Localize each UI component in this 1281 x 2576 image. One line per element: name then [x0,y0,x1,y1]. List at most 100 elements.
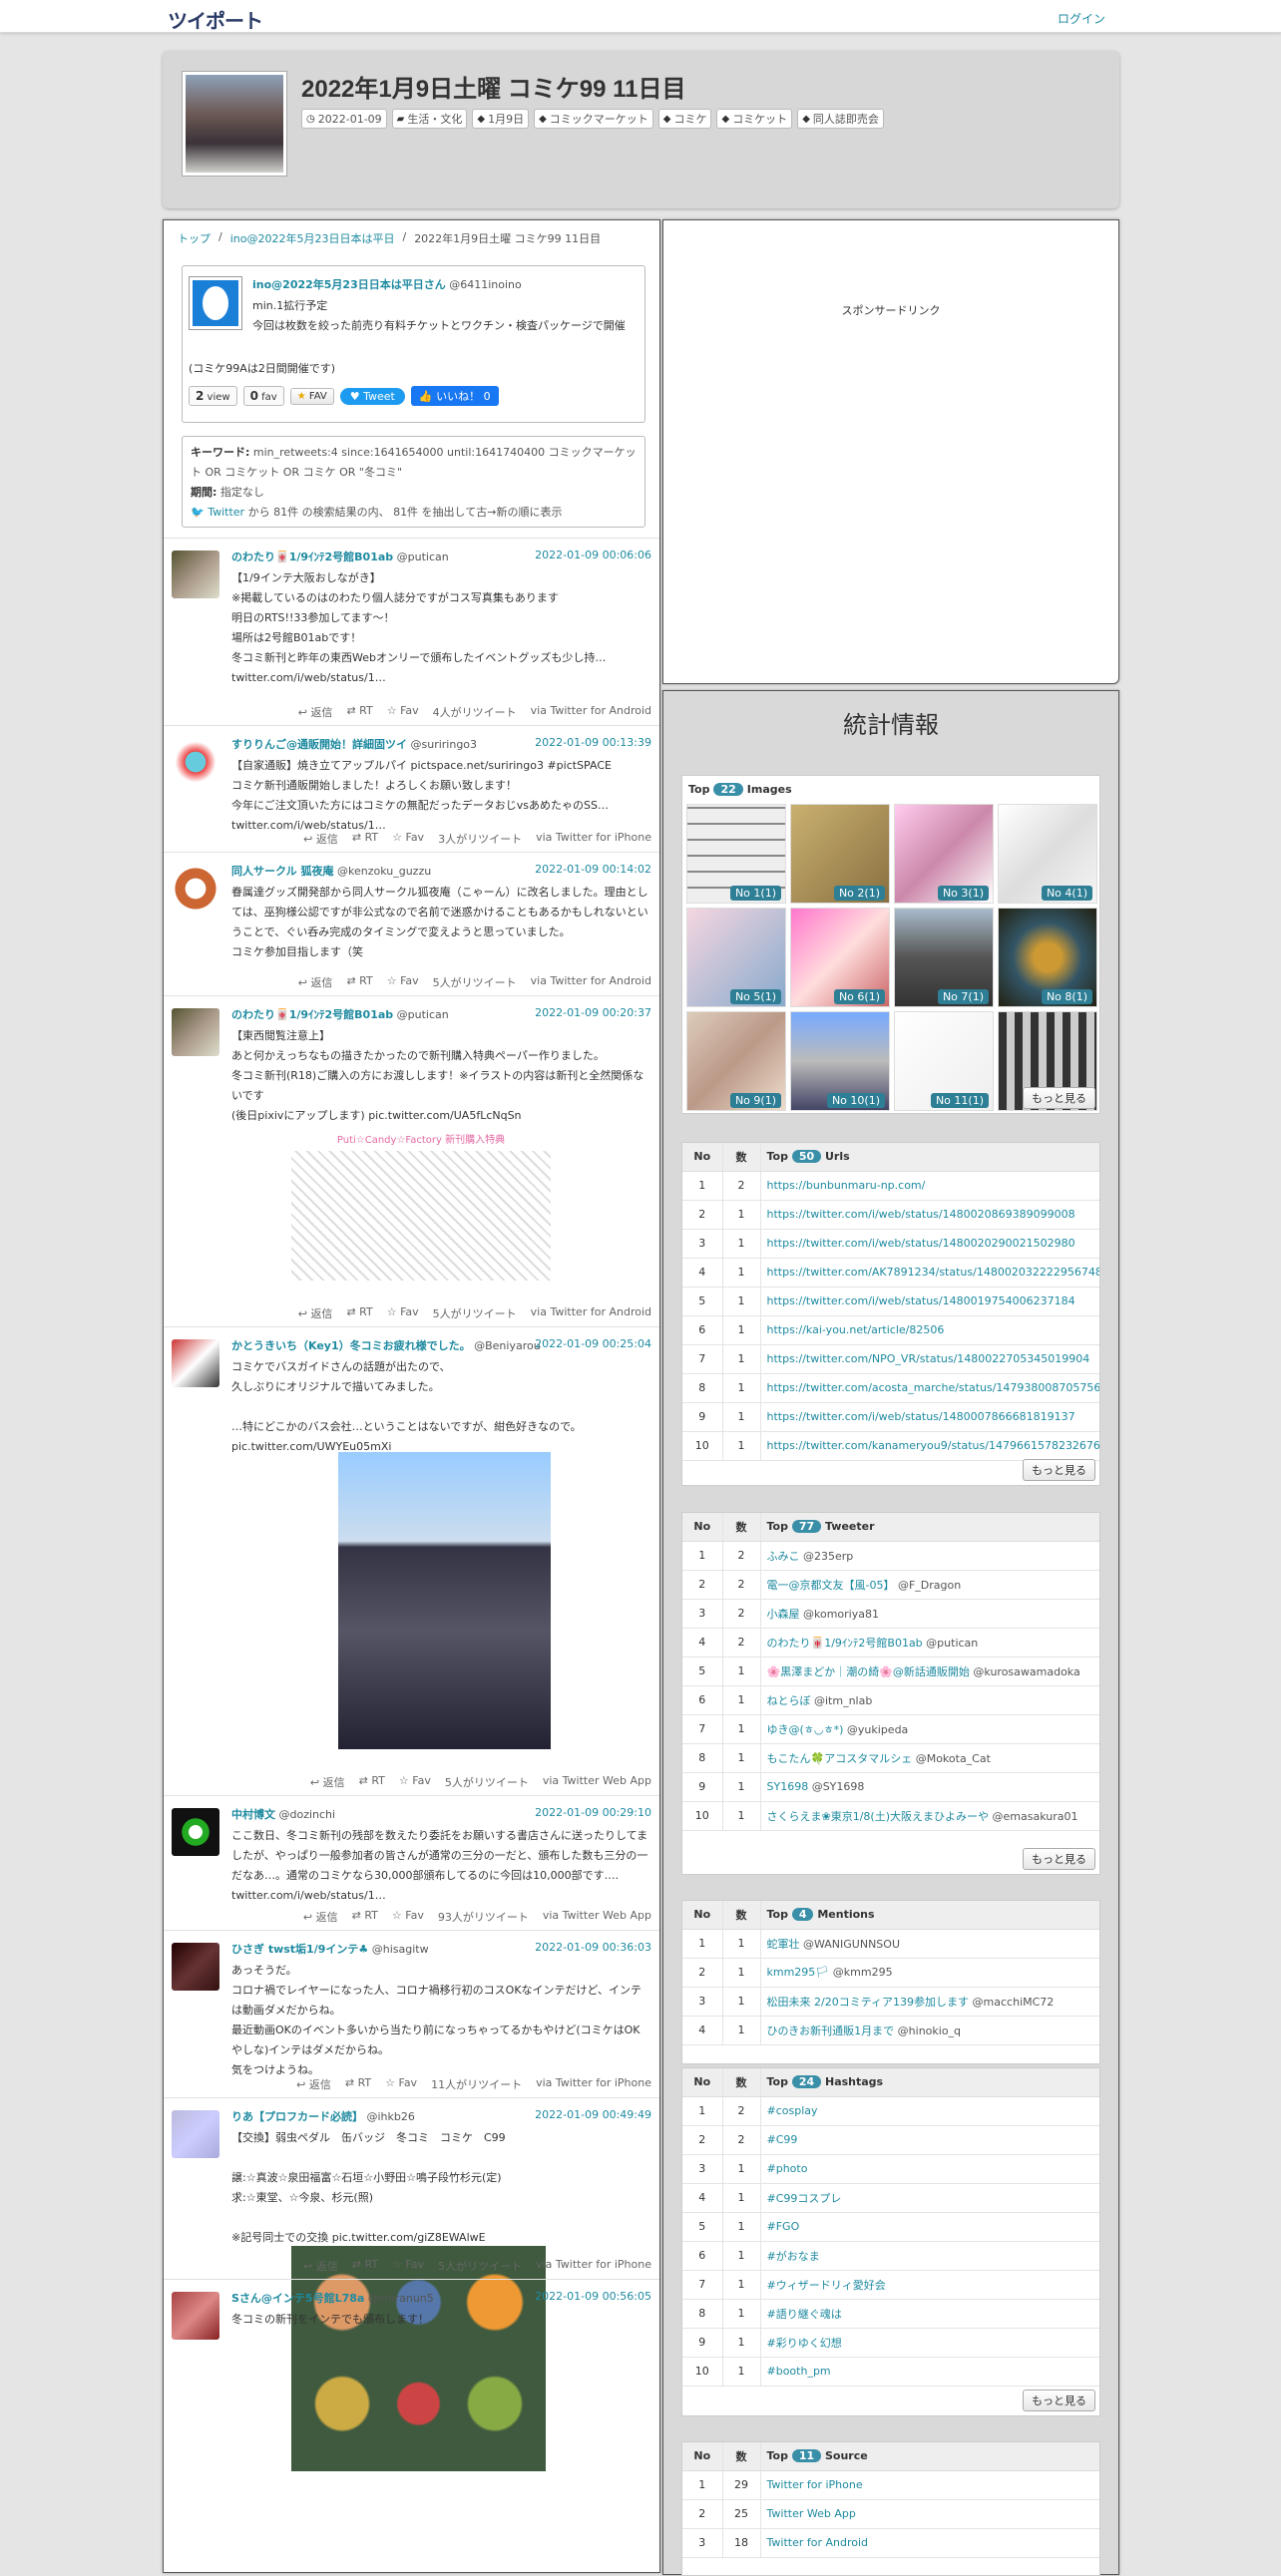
tweet-time[interactable]: 2022-01-09 00:36:03 [535,1941,651,1954]
urls-link[interactable]: https://twitter.com/i/web/status/1480007… [767,1410,1075,1423]
fav-tweet-button[interactable]: ☆ Fav [387,1305,419,1321]
login-link[interactable]: ログイン [1058,10,1105,27]
reply-button[interactable]: ↩ 返信 [303,831,338,847]
tweet-author[interactable]: Sさん@インテ5号館L78a @shiranun5 [231,2290,434,2306]
retweet-button[interactable]: ⇄ RT [346,974,372,990]
hashtags-link[interactable]: #photo [767,2162,808,2175]
hashtags-link[interactable]: #ウィザードリィ愛好会 [767,2279,886,2292]
fav-tweet-button[interactable]: ☆ Fav [387,974,419,990]
tweet-author[interactable]: すりりんご@通販開始！詳細固ツイ @suriringo3 [231,736,477,752]
tweet-time[interactable]: 2022-01-09 00:29:10 [535,1806,651,1819]
image-thumb[interactable]: No 2(1) [790,804,890,904]
sources-link[interactable]: Twitter for iPhone [767,2478,863,2491]
fav-tweet-button[interactable]: ☆ Fav [392,831,424,847]
mentions-link[interactable]: ひのきお新刊通販1月まで [767,2024,895,2037]
tweeters-link[interactable]: さくらえま❀東京1/8(土)大阪えまひよみーや [767,1810,990,1823]
hashtags-link[interactable]: #語り継ぐ魂は [767,2308,842,2321]
reply-button[interactable]: ↩ 返信 [303,2258,338,2274]
hashtags-link[interactable]: #C99 [767,2133,798,2146]
image-thumb[interactable]: No 6(1) [790,908,890,1007]
retweet-button[interactable]: ⇄ RT [352,2258,378,2274]
retweet-button[interactable]: ⇄ RT [352,1909,378,1925]
retweet-button[interactable]: ⇄ RT [352,831,378,847]
retweet-button[interactable]: ⇄ RT [346,1305,372,1321]
tweet-avatar[interactable] [172,1008,219,1056]
tag-item[interactable]: ◆ 同人誌即売会 [797,109,884,129]
tweet-image[interactable] [338,1452,551,1749]
more-button[interactable]: もっと見る [1023,2390,1095,2411]
breadcrumb-top[interactable]: トップ [178,230,211,246]
tweeters-link[interactable]: 🌸黒澤まどか｜潮の綺🌸@新話通販開始 [767,1665,970,1678]
tweet-avatar[interactable] [172,2110,219,2158]
urls-link[interactable]: https://bunbunmaru-np.com/ [767,1179,926,1192]
reply-button[interactable]: ↩ 返信 [298,704,333,720]
image-thumb[interactable]: No 8(1) [998,908,1097,1007]
tweet-author[interactable]: のわたり🀄1/9ｲﾝﾃ2号館B01ab @putican [231,1006,449,1022]
fav-button[interactable]: ★ FAV [289,387,334,405]
more-button[interactable]: もっと見る [1023,1459,1095,1481]
tweeters-link[interactable]: のわたり🀄1/9ｲﾝﾃ2号館B01ab [767,1637,923,1650]
urls-link[interactable]: https://twitter.com/i/web/status/1480020… [767,1237,1075,1250]
tweet-avatar[interactable] [172,1943,219,1991]
tweeters-link[interactable]: もこたん🍀アコスタマルシェ [767,1752,913,1765]
tweet-author[interactable]: ひさぎ twst垢1/9インテ♣ @hisagitw [231,1941,429,1957]
reply-button[interactable]: ↩ 返信 [296,2076,331,2092]
tweet-time[interactable]: 2022-01-09 00:49:49 [535,2108,651,2121]
source-link[interactable]: Twitter [208,506,244,519]
more-button[interactable]: もっと見る [1023,1848,1095,1870]
tweet-avatar[interactable] [172,551,219,598]
fav-tweet-button[interactable]: ☆ Fav [385,2076,417,2092]
mentions-link[interactable]: kmm295🏳 [767,1966,830,1979]
tweet-author[interactable]: のわたり🀄1/9ｲﾝﾃ2号館B01ab @putican [231,549,449,564]
image-thumb[interactable]: No 3(1) [894,804,994,904]
image-thumb[interactable]: No 11(1) [894,1011,994,1111]
tweeters-link[interactable]: ふみこ [767,1550,800,1563]
tweet-avatar[interactable] [172,1339,219,1387]
image-thumb[interactable]: No 10(1) [790,1011,890,1111]
image-thumb[interactable]: No 1(1) [686,804,786,904]
tweet-time[interactable]: 2022-01-09 00:06:06 [535,549,651,561]
tweet-time[interactable]: 2022-01-09 00:20:37 [535,1006,651,1019]
fav-tweet-button[interactable]: ☆ Fav [392,1909,424,1925]
tag-item[interactable]: ◆ 1月9日 [472,109,530,129]
tweet-author[interactable]: りあ【プロフカード必読】 @ihkb26 [231,2108,415,2124]
reply-button[interactable]: ↩ 返信 [310,1774,345,1790]
urls-link[interactable]: https://twitter.com/i/web/status/1480020… [767,1208,1075,1221]
tweet-avatar[interactable] [172,865,219,913]
reply-button[interactable]: ↩ 返信 [298,974,333,990]
tag-item[interactable]: ◆ コミックマーケット [534,109,653,129]
category-tag[interactable]: ▰ 生活・文化 [391,109,468,129]
site-logo[interactable]: ツイポート [168,5,263,34]
tweet-avatar[interactable] [172,2292,219,2340]
tweet-button[interactable]: ♥ Tweet [339,387,405,405]
hashtags-link[interactable]: #FGO [767,2220,800,2233]
tweeters-link[interactable]: 小森屋 [767,1608,800,1621]
tweet-author[interactable]: 同人サークル 狐夜庵 @kenzoku_guzzu [231,863,431,879]
tweeters-link[interactable]: SY1698 [767,1780,809,1793]
retweet-button[interactable]: ⇄ RT [345,2076,371,2092]
tweet-author[interactable]: かとうきいち（Key1）冬コミお疲れ様でした。 @Beniyarou [231,1337,541,1353]
mentions-link[interactable]: 蛇軍壮 [767,1938,800,1951]
tweet-avatar[interactable] [172,1808,219,1856]
sources-link[interactable]: Twitter for Android [767,2536,869,2549]
urls-link[interactable]: https://twitter.com/AK7891234/status/148… [767,1266,1100,1279]
retweet-button[interactable]: ⇄ RT [359,1774,385,1790]
retweet-button[interactable]: ⇄ RT [346,704,372,720]
breadcrumb-user[interactable]: ino@2022年5月23日日本は平日 [230,230,395,246]
like-button[interactable]: 👍 いいね！ 0 [410,386,499,406]
user-name-link[interactable]: ino@2022年5月23日日本は平日さん [252,278,446,291]
fav-tweet-button[interactable]: ☆ Fav [392,2258,424,2274]
reply-button[interactable]: ↩ 返信 [298,1305,333,1321]
image-thumb[interactable]: No 9(1) [686,1011,786,1111]
tweet-time[interactable]: 2022-01-09 00:56:05 [535,2290,651,2303]
tweet-avatar[interactable] [172,738,219,786]
image-thumb[interactable]: No 5(1) [686,908,786,1007]
hashtags-link[interactable]: #がおなま [767,2250,820,2263]
tweet-image[interactable] [291,1151,551,1281]
avatar[interactable] [189,276,242,330]
hashtags-link[interactable]: #彩りゆく幻想 [767,2337,842,2350]
image-thumb[interactable]: No 4(1) [998,804,1097,904]
urls-link[interactable]: https://twitter.com/i/web/status/1480019… [767,1294,1075,1307]
tweeters-link[interactable]: 電一@京都文友【風-05】 [767,1579,895,1592]
image-thumb[interactable]: No 7(1) [894,908,994,1007]
